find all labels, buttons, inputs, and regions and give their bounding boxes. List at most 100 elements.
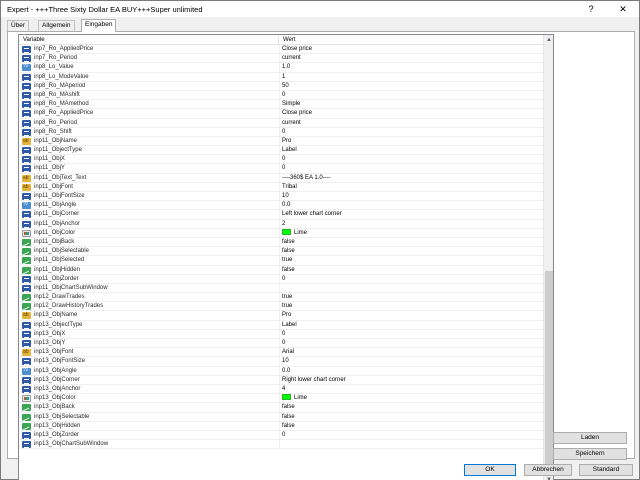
load-button[interactable]: Laden	[553, 432, 627, 444]
column-header-value[interactable]: Wert	[279, 35, 296, 45]
table-row[interactable]: inp11_ObjBack false	[19, 237, 543, 248]
table-row[interactable]: inp7_Ro_Period current	[19, 54, 543, 64]
table-row[interactable]: inp11_ObjCorner Left lower chart corner	[19, 210, 543, 220]
value-cell[interactable]: 0	[279, 164, 543, 174]
value-cell[interactable]: 0	[279, 274, 543, 284]
value-cell[interactable]: 0	[279, 329, 543, 339]
value-cell[interactable]: Right lower chart corner	[279, 375, 543, 385]
close-button[interactable]: ✕	[609, 1, 637, 17]
table-row[interactable]: inp11_ObjColor Lime	[19, 228, 543, 238]
value-cell[interactable]: true	[279, 302, 543, 312]
value-cell[interactable]: 10	[279, 192, 543, 201]
value-cell[interactable]: Label	[279, 146, 543, 156]
table-row[interactable]: inp7_Ro_AppliedPrice Close price	[19, 45, 543, 55]
table-row[interactable]: inp11_ObjSelectable false	[19, 247, 543, 257]
value-cell[interactable]: 2	[279, 219, 543, 229]
table-row[interactable]: inp13_ObjCorner Right lower chart corner	[19, 375, 543, 385]
value-cell[interactable]: 0	[279, 339, 543, 348]
value-cell[interactable]: false	[279, 403, 543, 413]
ok-button[interactable]: OK	[464, 464, 516, 476]
table-row[interactable]: inp11_ObjName Pro	[19, 136, 543, 147]
value-cell[interactable]: 4	[279, 384, 543, 394]
value-cell[interactable]: false	[279, 265, 543, 275]
table-row[interactable]: inp13_ObjZorder 0	[19, 430, 543, 441]
tab-general[interactable]: Allgemein	[38, 20, 75, 31]
table-row[interactable]: inp8_Lo_Value 1.0	[19, 63, 543, 73]
table-row[interactable]: inp11_ObjHidden false	[19, 265, 543, 275]
default-button[interactable]: Standard	[579, 464, 633, 476]
value-cell[interactable]	[279, 440, 543, 450]
table-row[interactable]: inp13_ObjChartSubWindow	[19, 440, 543, 450]
table-row[interactable]: inp11_ObjZorder 0	[19, 274, 543, 284]
table-row[interactable]: inp11_ObjectType Label	[19, 146, 543, 156]
value-cell[interactable]: Label	[279, 320, 543, 330]
value-cell[interactable]: Left lower chart corner	[279, 210, 543, 220]
scroll-up-arrow-icon[interactable]: ▲	[544, 35, 553, 45]
table-row[interactable]: inp12_DrawTrades true	[19, 293, 543, 303]
table-row[interactable]: inp11_ObjX 0	[19, 155, 543, 165]
value-cell[interactable]: 0	[279, 155, 543, 165]
value-cell[interactable]: current	[279, 54, 543, 64]
value-cell[interactable]	[279, 283, 543, 293]
value-cell[interactable]: Lime	[279, 228, 543, 238]
table-row[interactable]: inp8_Ro_Shift 0	[19, 127, 543, 137]
value-cell[interactable]: false	[279, 247, 543, 257]
table-row[interactable]: inp13_ObjBack false	[19, 403, 543, 413]
value-cell[interactable]: true	[279, 256, 543, 266]
value-cell[interactable]: 0	[279, 127, 543, 137]
save-button[interactable]: Speichern	[553, 448, 627, 460]
table-row[interactable]: inp13_ObjAnchor 4	[19, 384, 543, 395]
value-cell[interactable]: 50	[279, 81, 543, 91]
table-row[interactable]: inp13_ObjX 0	[19, 329, 543, 339]
table-row[interactable]: inp12_DrawHistoryTrades true	[19, 302, 543, 312]
column-header-variable[interactable]: Variable	[19, 35, 45, 45]
value-cell[interactable]: 0	[279, 90, 543, 100]
table-row[interactable]: inp11_ObjY 0	[19, 164, 543, 174]
tab-inputs[interactable]: Eingaben	[81, 19, 117, 32]
value-cell[interactable]: 1	[279, 72, 543, 82]
value-cell[interactable]: Pro	[279, 136, 543, 146]
value-cell[interactable]: current	[279, 118, 543, 128]
table-row[interactable]: inp11_ObjAnchor 2	[19, 219, 543, 229]
value-cell[interactable]: Close price	[279, 45, 543, 54]
value-cell[interactable]: false	[279, 412, 543, 422]
tab-about[interactable]: Über	[7, 20, 30, 31]
value-cell[interactable]: Pro	[279, 311, 543, 321]
cancel-button[interactable]: Abbrechen	[524, 464, 572, 476]
table-row[interactable]: inp13_ObjHidden false	[19, 421, 543, 431]
vertical-scrollbar[interactable]: ▲ ▼	[543, 35, 553, 480]
table-row[interactable]: inp13_ObjColor Lime	[19, 394, 543, 404]
value-cell[interactable]: false	[279, 237, 543, 247]
table-row[interactable]: inp8_Ro_Period current	[19, 118, 543, 128]
value-cell[interactable]: Lime	[279, 394, 543, 404]
table-row[interactable]: inp11_ObjSelected true	[19, 256, 543, 266]
value-cell[interactable]: Tribal	[279, 182, 543, 192]
table-row[interactable]: inp11_ObjFontSize 10	[19, 192, 543, 202]
table-row[interactable]: inp8_Ro_MAshift 0	[19, 90, 543, 101]
value-cell[interactable]: true	[279, 293, 543, 303]
table-row[interactable]: inp11_ObjFont Tribal	[19, 182, 543, 192]
table-row[interactable]: inp11_ObjChartSubWindow	[19, 283, 543, 294]
table-row[interactable]: inp13_ObjectType Label	[19, 320, 543, 330]
table-row[interactable]: inp13_ObjFontSize 10	[19, 357, 543, 367]
table-row[interactable]: inp11_ObjText_Text ----360$ EA 1.0----	[19, 173, 543, 183]
value-cell[interactable]: 0.0	[279, 201, 543, 211]
value-cell[interactable]: ----360$ EA 1.0----	[279, 173, 543, 183]
table-row[interactable]: inp8_Ro_MAperiod 50	[19, 81, 543, 91]
value-cell[interactable]: Close price	[279, 109, 543, 119]
table-row[interactable]: inp8_Lo_ModeValue 1	[19, 72, 543, 82]
table-row[interactable]: inp13_ObjY 0	[19, 339, 543, 349]
table-row[interactable]: inp13_ObjSelectable false	[19, 412, 543, 422]
table-row[interactable]: inp11_ObjAngle 0.0	[19, 201, 543, 211]
value-cell[interactable]: 10	[279, 357, 543, 367]
table-row[interactable]: inp13_ObjName Pro	[19, 311, 543, 321]
help-button[interactable]: ?	[577, 1, 605, 17]
value-cell[interactable]: Simple	[279, 100, 543, 110]
table-row[interactable]: inp13_ObjFont Arial	[19, 348, 543, 358]
scroll-thumb[interactable]	[545, 271, 553, 475]
table-row[interactable]: inp8_Ro_AppliedPrice Close price	[19, 109, 543, 119]
value-cell[interactable]: false	[279, 421, 543, 431]
value-cell[interactable]: 0.0	[279, 366, 543, 376]
table-row[interactable]: inp8_Ro_MAmethod Simple	[19, 100, 543, 110]
value-cell[interactable]: Arial	[279, 348, 543, 358]
